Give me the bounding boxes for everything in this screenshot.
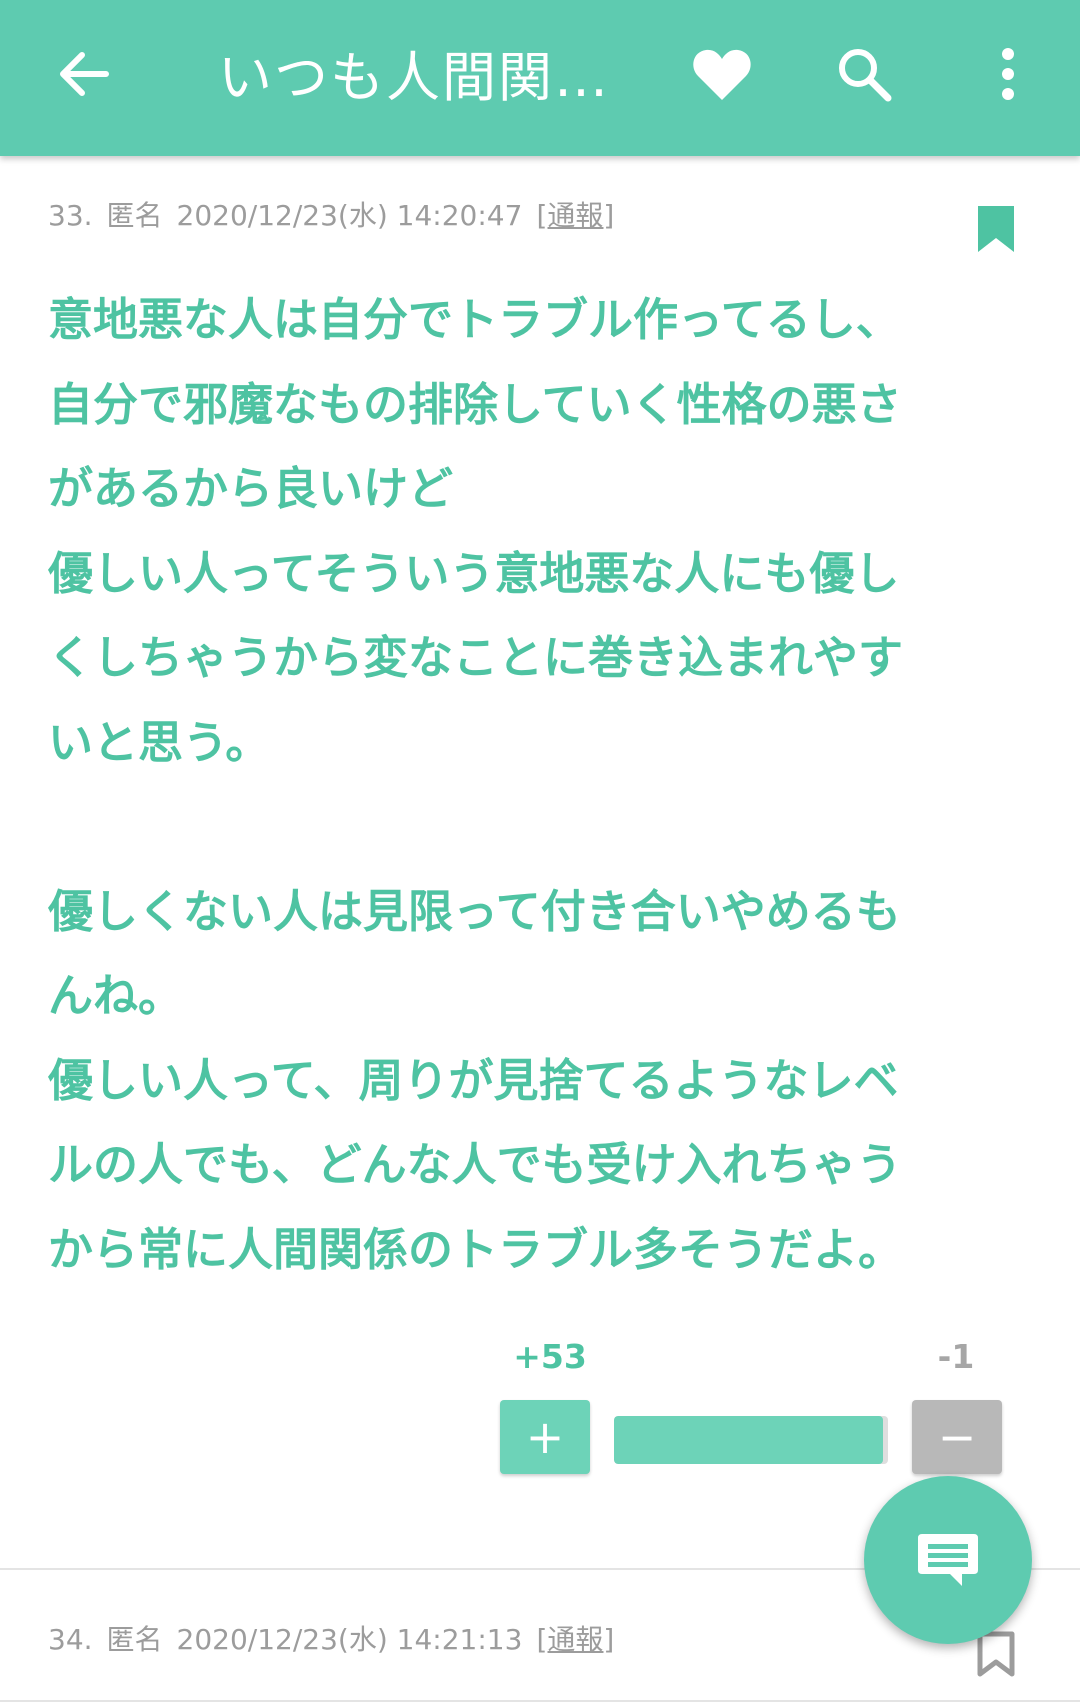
report-link[interactable]: [通報] (536, 199, 614, 232)
minus-vote-button[interactable]: − (912, 1400, 1002, 1474)
post-datetime: 2020/12/23(水) 14:21:13 (176, 1623, 523, 1656)
post-meta: 33. 匿名 2020/12/23(水) 14:20:47 [通報] (48, 196, 628, 236)
vote-ratio-bar (614, 1416, 888, 1464)
app-bar: いつも人間関… (0, 0, 1080, 156)
post-number: 33. (48, 199, 93, 232)
post-body-line: いと思う。 (48, 715, 271, 769)
post-body-line: から常に人間関係のトラブル多そうだよ。 (48, 1222, 904, 1276)
post-body-line: があるから良いけど (48, 462, 454, 515)
plus-vote-button[interactable]: + (500, 1400, 590, 1474)
minus-vote-count: -1 (937, 1337, 975, 1376)
comment-fab[interactable] (864, 1476, 1032, 1644)
post-body-line: 意地悪な人は自分でトラブル作ってるし、 (48, 293, 901, 346)
post-body: 意地悪な人は自分でトラブル作ってるし、 自分で邪魔なもの排除していく性格の悪さ … (48, 278, 1028, 1292)
post-body-line: んね。 (48, 969, 184, 1022)
heart-icon[interactable] (690, 44, 754, 104)
post-body-line: ルの人でも、どんな人でも受け入れちゃう (48, 1138, 902, 1191)
post-body-line: 優しい人って、周りが見捨てるようなレベ (48, 1053, 899, 1107)
post-body-line: 優しい人ってそういう意地悪な人にも優し (48, 546, 900, 600)
post-body-line: 優しくない人は見限って付き合いやめるも (48, 884, 901, 938)
comment-icon (918, 1534, 978, 1586)
post-body-line: 自分で邪魔なもの排除していく性格の悪さ (48, 377, 902, 431)
post-divider (0, 1700, 1080, 1702)
post-number: 34. (48, 1623, 93, 1656)
arrow-left-icon[interactable] (52, 42, 116, 106)
search-icon[interactable] (832, 42, 896, 106)
post-author: 匿名 (106, 199, 163, 232)
post-author: 匿名 (106, 1623, 163, 1656)
more-vert-icon[interactable] (990, 42, 1026, 106)
post-datetime: 2020/12/23(水) 14:20:47 (176, 199, 523, 232)
bookmark-filled-icon[interactable] (976, 204, 1016, 254)
post-body-line: くしちゃうから変なことに巻き込まれやす (48, 631, 904, 684)
page-title: いつも人間関… (218, 46, 610, 109)
vote-ratio-fill (614, 1416, 883, 1464)
post-meta: 34. 匿名 2020/12/23(水) 14:21:13 [通報] (48, 1620, 628, 1660)
plus-vote-count: +53 (513, 1337, 587, 1376)
post-body-line (48, 785, 1028, 870)
bookmark-outline-icon[interactable] (976, 1630, 1016, 1680)
report-link[interactable]: [通報] (536, 1623, 614, 1656)
